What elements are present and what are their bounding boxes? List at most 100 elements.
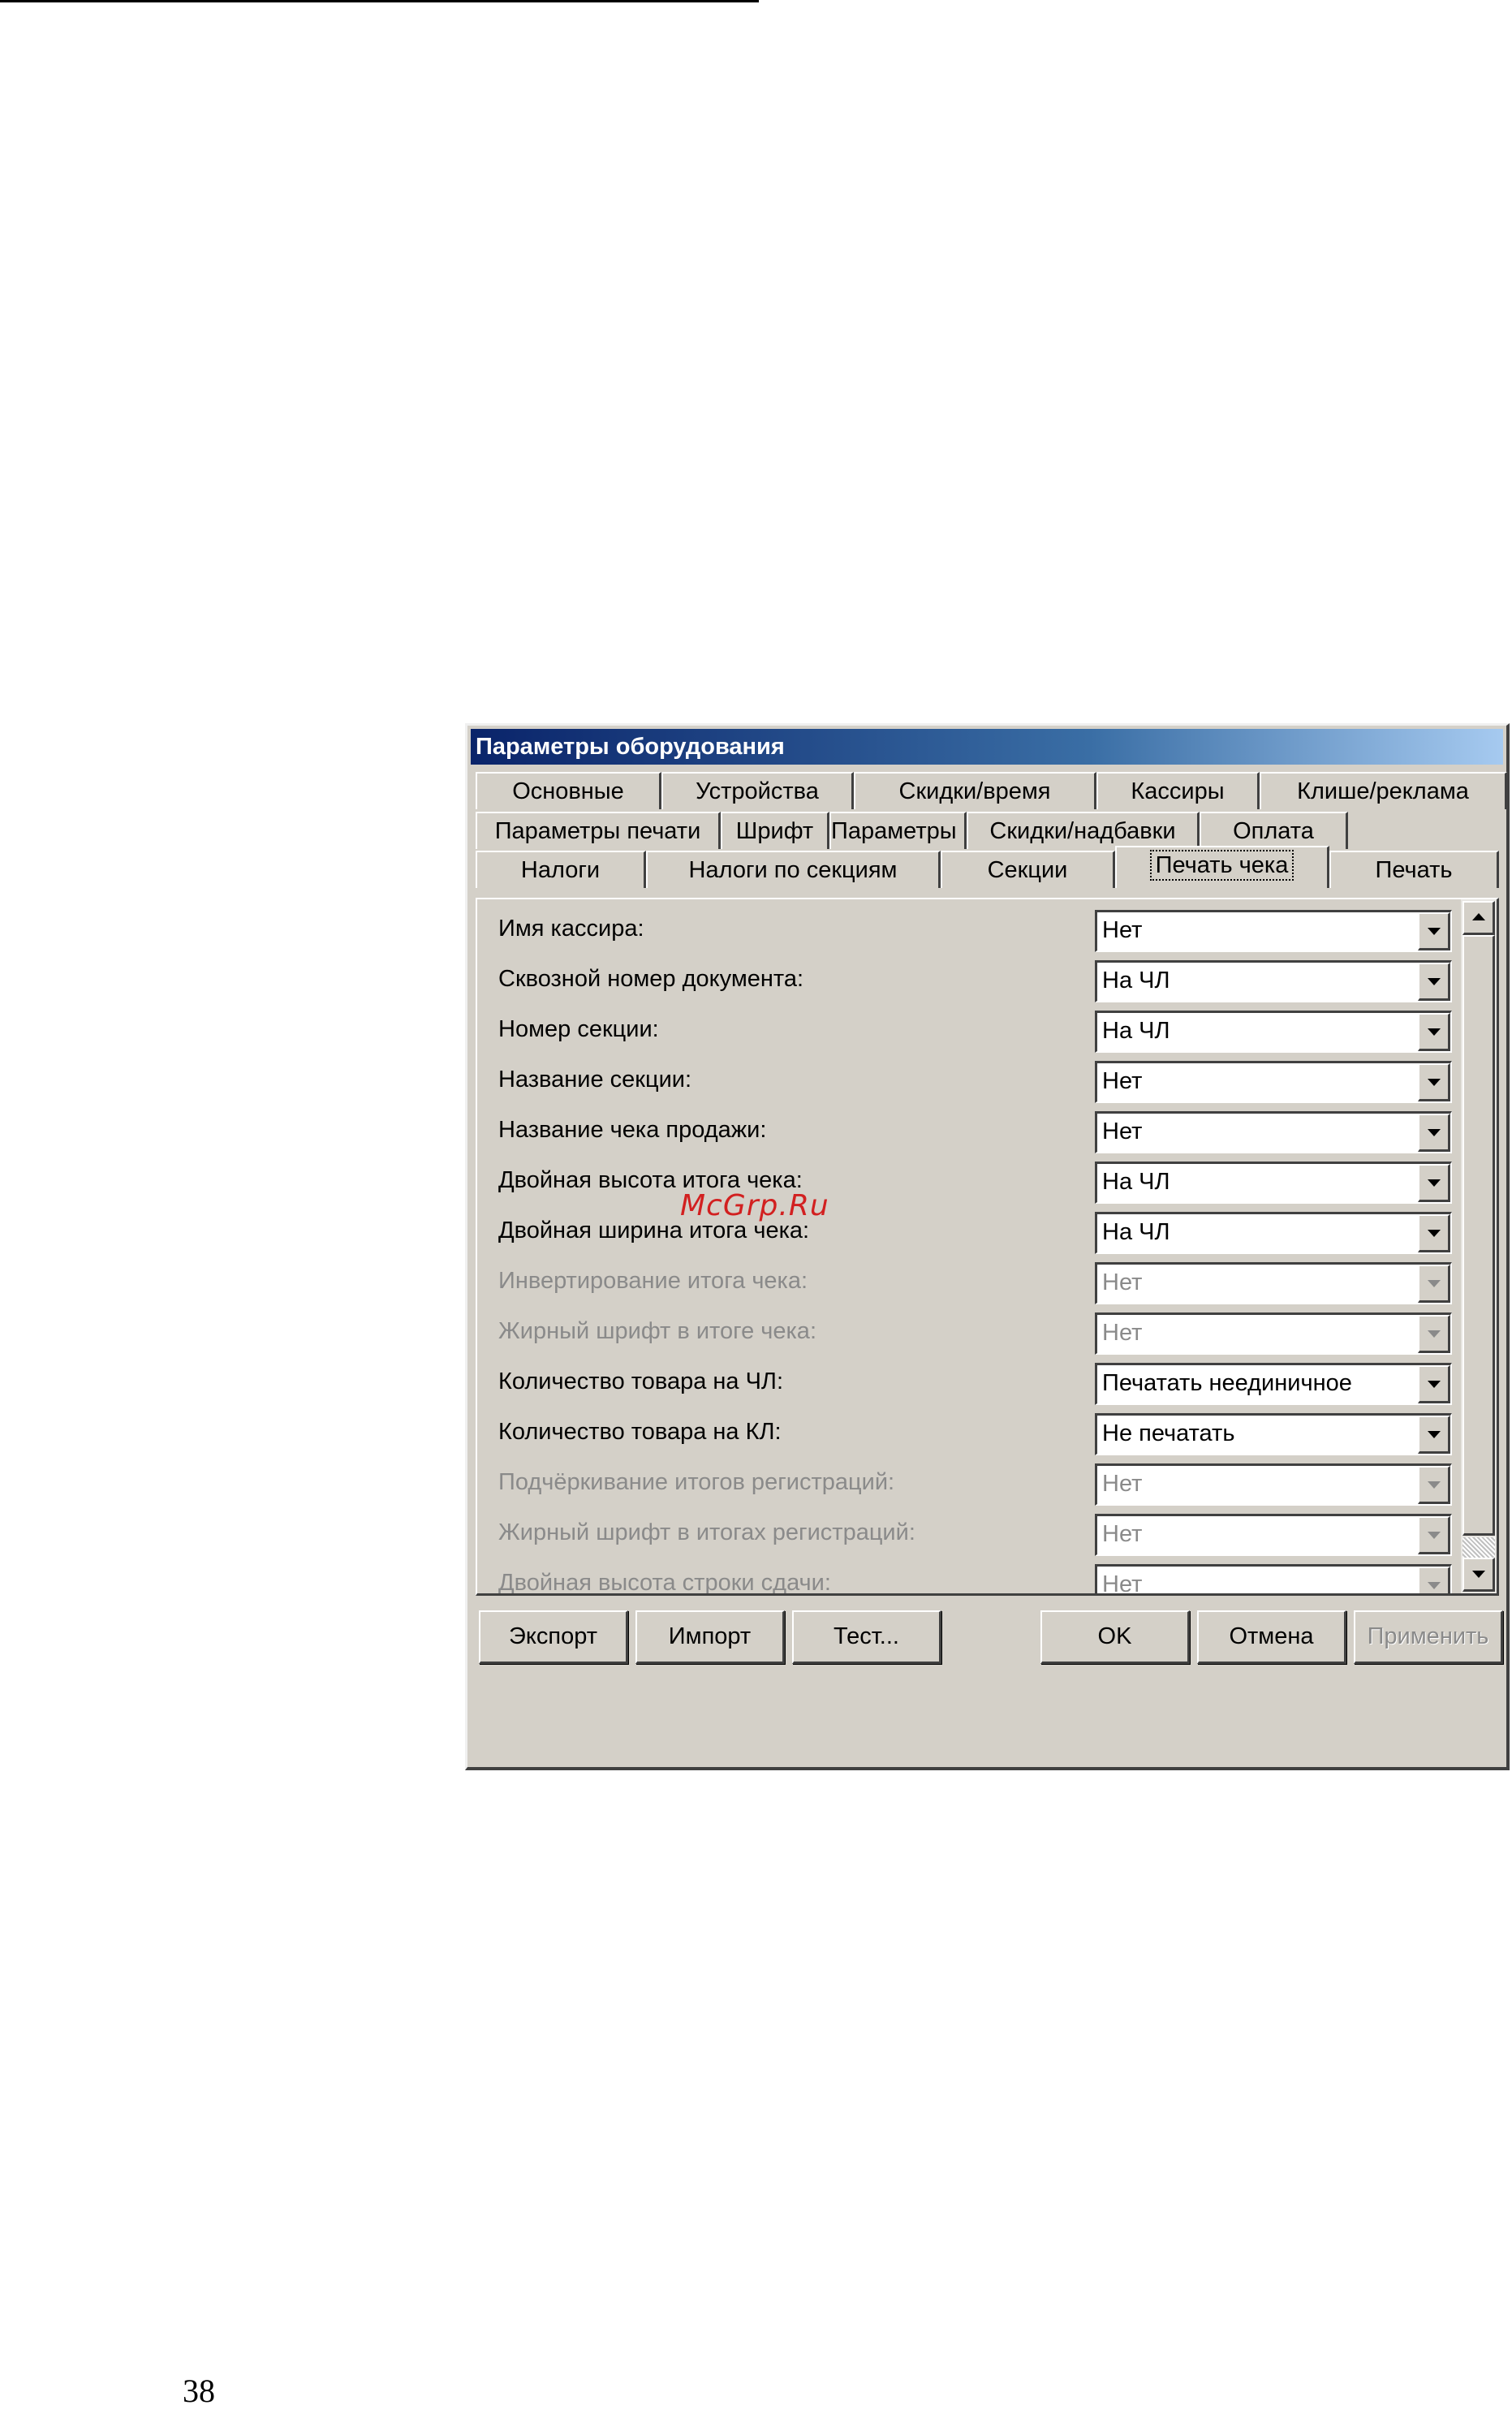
dropdown-arrow-button[interactable]: [1418, 1063, 1450, 1101]
tab-0-3[interactable]: Кассиры: [1096, 772, 1260, 809]
dropdown-value: Нет: [1102, 1320, 1143, 1346]
setting-dropdown[interactable]: На ЧЛ: [1095, 1162, 1452, 1204]
tab-label: Налоги: [520, 857, 601, 883]
setting-label: Имя кассира:: [498, 916, 644, 942]
setting-dropdown[interactable]: Нет: [1095, 1111, 1452, 1153]
setting-label: Сквозной номер документа:: [498, 966, 804, 992]
tab-label: Скидки/время: [898, 778, 1051, 804]
setting-dropdown[interactable]: Не печатать: [1095, 1413, 1452, 1455]
setting-label: Количество товара на КЛ:: [498, 1419, 782, 1445]
setting-label: Жирный шрифт в итоге чека:: [498, 1318, 816, 1344]
dropdown-value: Нет: [1102, 1521, 1143, 1547]
chevron-down-icon: [1428, 1129, 1441, 1136]
top-rule: [0, 0, 759, 2]
tab-label: Налоги по секциям: [688, 857, 898, 883]
setting-row: Жирный шрифт в итоге чека: Нет: [477, 1310, 1467, 1355]
dropdown-arrow-button: [1418, 1466, 1450, 1504]
scroll-down-button[interactable]: [1462, 1558, 1495, 1592]
dropdown-value: На ЧЛ: [1102, 1169, 1170, 1195]
tab-label: Параметры ретрактора: [831, 818, 964, 844]
chevron-down-icon: [1428, 1431, 1441, 1438]
dropdown-arrow-button[interactable]: [1418, 963, 1450, 1001]
dropdown-arrow-button[interactable]: [1418, 1416, 1450, 1454]
setting-dropdown[interactable]: Печатать неединичное: [1095, 1363, 1452, 1405]
vertical-scrollbar[interactable]: [1461, 899, 1497, 1593]
page-number: 38: [183, 2373, 215, 2409]
tab-2-1[interactable]: Налоги по секциям: [646, 851, 941, 888]
dropdown-arrow-button: [1418, 1516, 1450, 1554]
dropdown-arrow-button[interactable]: [1418, 1164, 1450, 1202]
tab-0-4[interactable]: Клише/реклама: [1260, 772, 1507, 809]
watermark: McGrp.Ru: [680, 1189, 829, 1222]
tab-row: Основные Устройства Скидки/время Кассиры Кли…: [476, 772, 1507, 809]
tab-2-3[interactable]: Печать чека: [1115, 846, 1329, 888]
dropdown-arrow-button[interactable]: [1418, 1114, 1450, 1152]
tab-1-3[interactable]: Скидки/надбавки: [967, 812, 1200, 849]
tab-label: Параметры печати: [494, 818, 701, 844]
setting-row: Двойная высота строки сдачи: Нет: [477, 1562, 1467, 1596]
chevron-down-icon: [1428, 1079, 1441, 1086]
setting-row: Двойная ширина итога чека: На ЧЛ: [477, 1209, 1467, 1254]
chevron-down-icon: [1428, 1481, 1441, 1489]
tab-row: Параметры печати Шрифт Параметры ретрактор…: [476, 812, 1499, 849]
dropdown-arrow-button[interactable]: [1418, 1214, 1450, 1252]
tab-2-2[interactable]: Секции: [941, 851, 1115, 888]
tab-2-0[interactable]: Налоги: [476, 851, 646, 888]
tab-0-0[interactable]: Основные: [476, 772, 661, 809]
tab-1-0[interactable]: Параметры печати: [476, 812, 721, 849]
tab-label: Печать чека: [1149, 850, 1294, 881]
tab-0-2[interactable]: Скидки/время: [854, 772, 1096, 809]
setting-dropdown[interactable]: Нет: [1095, 910, 1452, 952]
tab-0-1[interactable]: Устройства: [661, 772, 854, 809]
dropdown-value: Нет: [1102, 917, 1143, 943]
chevron-down-icon: [1428, 1330, 1441, 1338]
dropdown-arrow-button[interactable]: [1418, 912, 1450, 950]
setting-dropdown[interactable]: На ЧЛ: [1095, 960, 1452, 1002]
export-button[interactable]: Экспорт: [479, 1610, 628, 1664]
dropdown-value: Нет: [1102, 1571, 1143, 1596]
settings-panel: Инвертирование строки сдачи:НетДвойная в…: [476, 898, 1499, 1596]
dropdown-arrow-button: [1418, 1567, 1450, 1593]
tab-label: Основные: [512, 778, 624, 804]
chevron-down-icon: [1428, 1582, 1441, 1589]
scroll-thumb[interactable]: [1462, 935, 1495, 1536]
setting-row: Номер секции: На ЧЛ: [477, 1008, 1467, 1053]
chevron-down-icon: [1428, 1532, 1441, 1539]
tab-label: Клише/реклама: [1297, 778, 1469, 804]
scroll-up-button[interactable]: [1462, 901, 1495, 935]
setting-dropdown[interactable]: Нет: [1095, 1061, 1452, 1103]
dropdown-value: На ЧЛ: [1102, 1219, 1170, 1245]
setting-dropdown[interactable]: На ЧЛ: [1095, 1212, 1452, 1254]
dropdown-value: Нет: [1102, 1118, 1143, 1144]
scroll-track[interactable]: [1462, 1537, 1495, 1558]
tab-1-1[interactable]: Шрифт: [721, 812, 829, 849]
dialog-title: Параметры оборудования: [471, 729, 1503, 765]
test-button[interactable]: Тест...: [792, 1610, 941, 1664]
ok-button[interactable]: OK: [1040, 1610, 1190, 1664]
tab-row: Налоги Налоги по секциям Секции Печать чека…: [476, 846, 1499, 888]
arrow-up-icon: [1472, 913, 1485, 920]
setting-label: Жирный шрифт в итогах регистраций:: [498, 1519, 915, 1545]
tab-1-2[interactable]: Параметры ретрактора: [829, 812, 967, 849]
dropdown-arrow-button[interactable]: [1418, 1013, 1450, 1051]
import-button[interactable]: Импорт: [635, 1610, 785, 1664]
setting-row: Сквозной номер документа: На ЧЛ: [477, 958, 1467, 1002]
dropdown-value: Нет: [1102, 1269, 1143, 1295]
tab-label: Печать: [1375, 857, 1453, 883]
apply-button[interactable]: Применить: [1354, 1610, 1503, 1664]
dropdown-value: Нет: [1102, 1068, 1143, 1094]
chevron-down-icon: [1428, 1230, 1441, 1237]
dropdown-arrow-button[interactable]: [1418, 1365, 1450, 1403]
tab-2-4[interactable]: Печать: [1329, 851, 1499, 888]
dropdown-value: На ЧЛ: [1102, 968, 1170, 993]
setting-dropdown: Нет: [1095, 1262, 1452, 1304]
setting-label: Название секции:: [498, 1067, 692, 1093]
tab-1-4[interactable]: Оплата: [1200, 812, 1348, 849]
setting-dropdown[interactable]: На ЧЛ: [1095, 1011, 1452, 1053]
chevron-down-icon: [1428, 1028, 1441, 1036]
setting-row: Инвертирование итога чека: Нет: [477, 1260, 1467, 1304]
chevron-down-icon: [1428, 1280, 1441, 1287]
cancel-button[interactable]: Отмена: [1197, 1610, 1346, 1664]
setting-label: Номер секции:: [498, 1016, 659, 1042]
setting-row: Количество товара на КЛ: Не печатать: [477, 1411, 1467, 1455]
